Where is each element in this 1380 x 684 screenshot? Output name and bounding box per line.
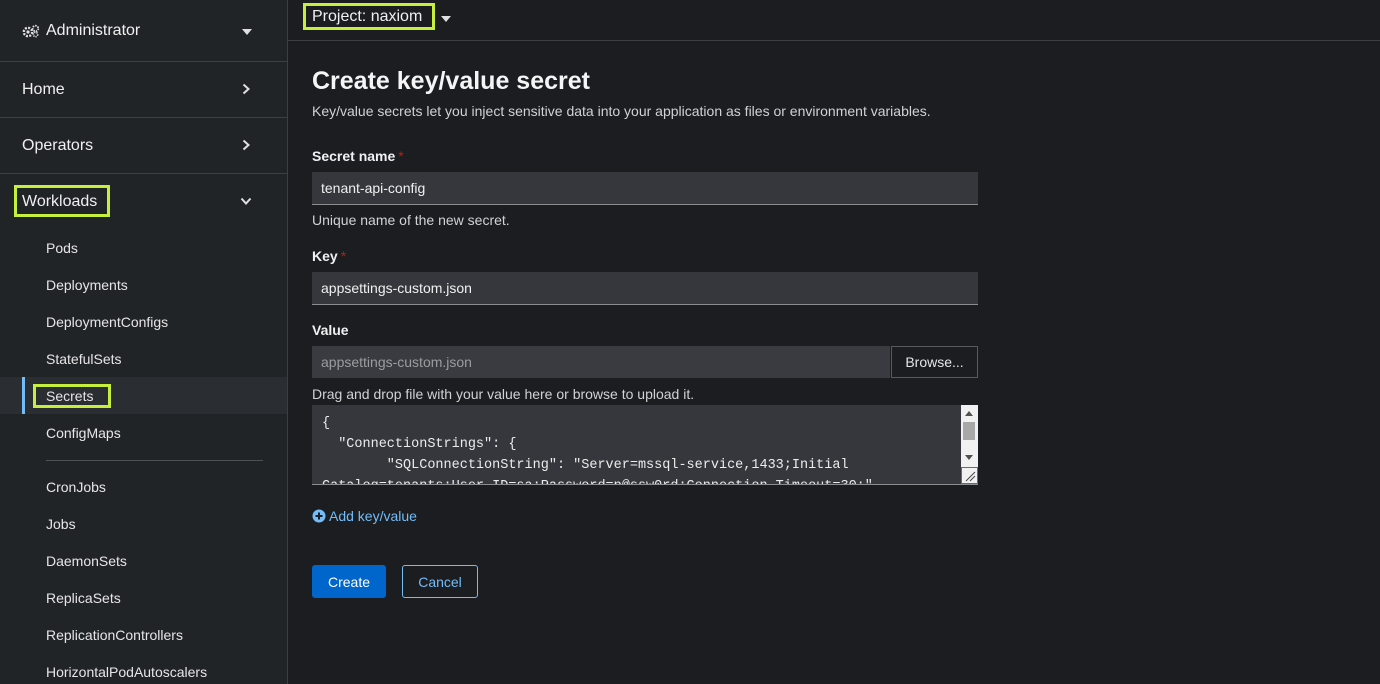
sidebar-item-cronjobs[interactable]: CronJobs [0, 468, 287, 505]
caret-down-icon[interactable] [441, 16, 451, 22]
value-textarea[interactable]: { "ConnectionStrings": { "SQLConnectionS… [312, 405, 978, 485]
nav-divider [46, 460, 263, 461]
chevron-right-icon [242, 139, 250, 151]
add-key-value-link[interactable]: Add key/value [312, 508, 417, 524]
scroll-down-icon[interactable] [965, 455, 973, 460]
sidebar-item-deploymentconfigs[interactable]: DeploymentConfigs [0, 303, 287, 340]
nav-section-operators[interactable]: Operators [0, 118, 288, 174]
sidebar-item-secrets[interactable]: Secrets [0, 377, 287, 414]
app: Administrator Home Operators Workloads P… [0, 0, 1380, 684]
key-input[interactable] [312, 272, 978, 305]
sidebar-item-pods[interactable]: Pods [0, 229, 287, 266]
browse-button[interactable]: Browse... [891, 346, 978, 378]
page-description: Key/value secrets let you inject sensiti… [312, 103, 931, 119]
secret-name-label: Secret name * [312, 148, 404, 164]
sidebar-item-horizontalpodautoscalers[interactable]: HorizontalPodAutoscalers [0, 653, 287, 684]
resize-handle-icon[interactable] [961, 467, 978, 484]
cancel-button[interactable]: Cancel [402, 565, 478, 598]
sidebar-item-replicationcontrollers[interactable]: ReplicationControllers [0, 616, 287, 653]
chevron-down-icon [240, 197, 252, 205]
page-title: Create key/value secret [312, 67, 590, 95]
sidebar-item-daemonsets[interactable]: DaemonSets [0, 542, 287, 579]
caret-down-icon [242, 29, 252, 35]
value-label: Value [312, 322, 349, 338]
value-content[interactable]: { "ConnectionStrings": { "SQLConnectionS… [322, 413, 962, 484]
create-button[interactable]: Create [312, 565, 386, 598]
cogs-icon [22, 24, 40, 38]
project-selector[interactable]: Project: naxiom [312, 8, 422, 26]
plus-circle-icon [312, 509, 326, 523]
add-key-value-label: Add key/value [329, 508, 417, 524]
project-bar: Project: naxiom [288, 0, 1380, 41]
secret-name-input[interactable] [312, 172, 978, 205]
nav-section-workloads[interactable]: Workloads [0, 174, 288, 230]
value-helper: Drag and drop file with your value here … [312, 386, 695, 402]
resize-grip-lines [965, 471, 976, 482]
value-filename-field[interactable]: appsettings-custom.json [312, 346, 890, 378]
scrollbar-thumb[interactable] [963, 422, 975, 440]
key-label-text: Key [312, 248, 338, 264]
required-mark: * [340, 248, 347, 264]
nav-section-label: Operators [22, 136, 94, 154]
scroll-up-icon[interactable] [965, 411, 973, 416]
perspective-label: Administrator [46, 21, 141, 39]
key-label: Key * [312, 248, 346, 264]
required-mark: * [398, 148, 404, 164]
perspective-switcher[interactable]: Administrator [0, 0, 288, 62]
sidebar: Administrator Home Operators Workloads P… [0, 0, 288, 684]
secret-name-label-text: Secret name [312, 148, 396, 164]
chevron-right-icon [242, 83, 250, 95]
sidebar-item-replicasets[interactable]: ReplicaSets [0, 579, 287, 616]
sidebar-item-jobs[interactable]: Jobs [0, 505, 287, 542]
sidebar-item-deployments[interactable]: Deployments [0, 266, 287, 303]
nav-section-label: Workloads [22, 193, 98, 210]
sidebar-item-statefulsets[interactable]: StatefulSets [0, 340, 287, 377]
secret-name-helper: Unique name of the new secret. [312, 212, 510, 228]
nav-section-label: Home [22, 80, 65, 98]
nav-section-home[interactable]: Home [0, 62, 288, 118]
sidebar-item-configmaps[interactable]: ConfigMaps [0, 414, 287, 451]
